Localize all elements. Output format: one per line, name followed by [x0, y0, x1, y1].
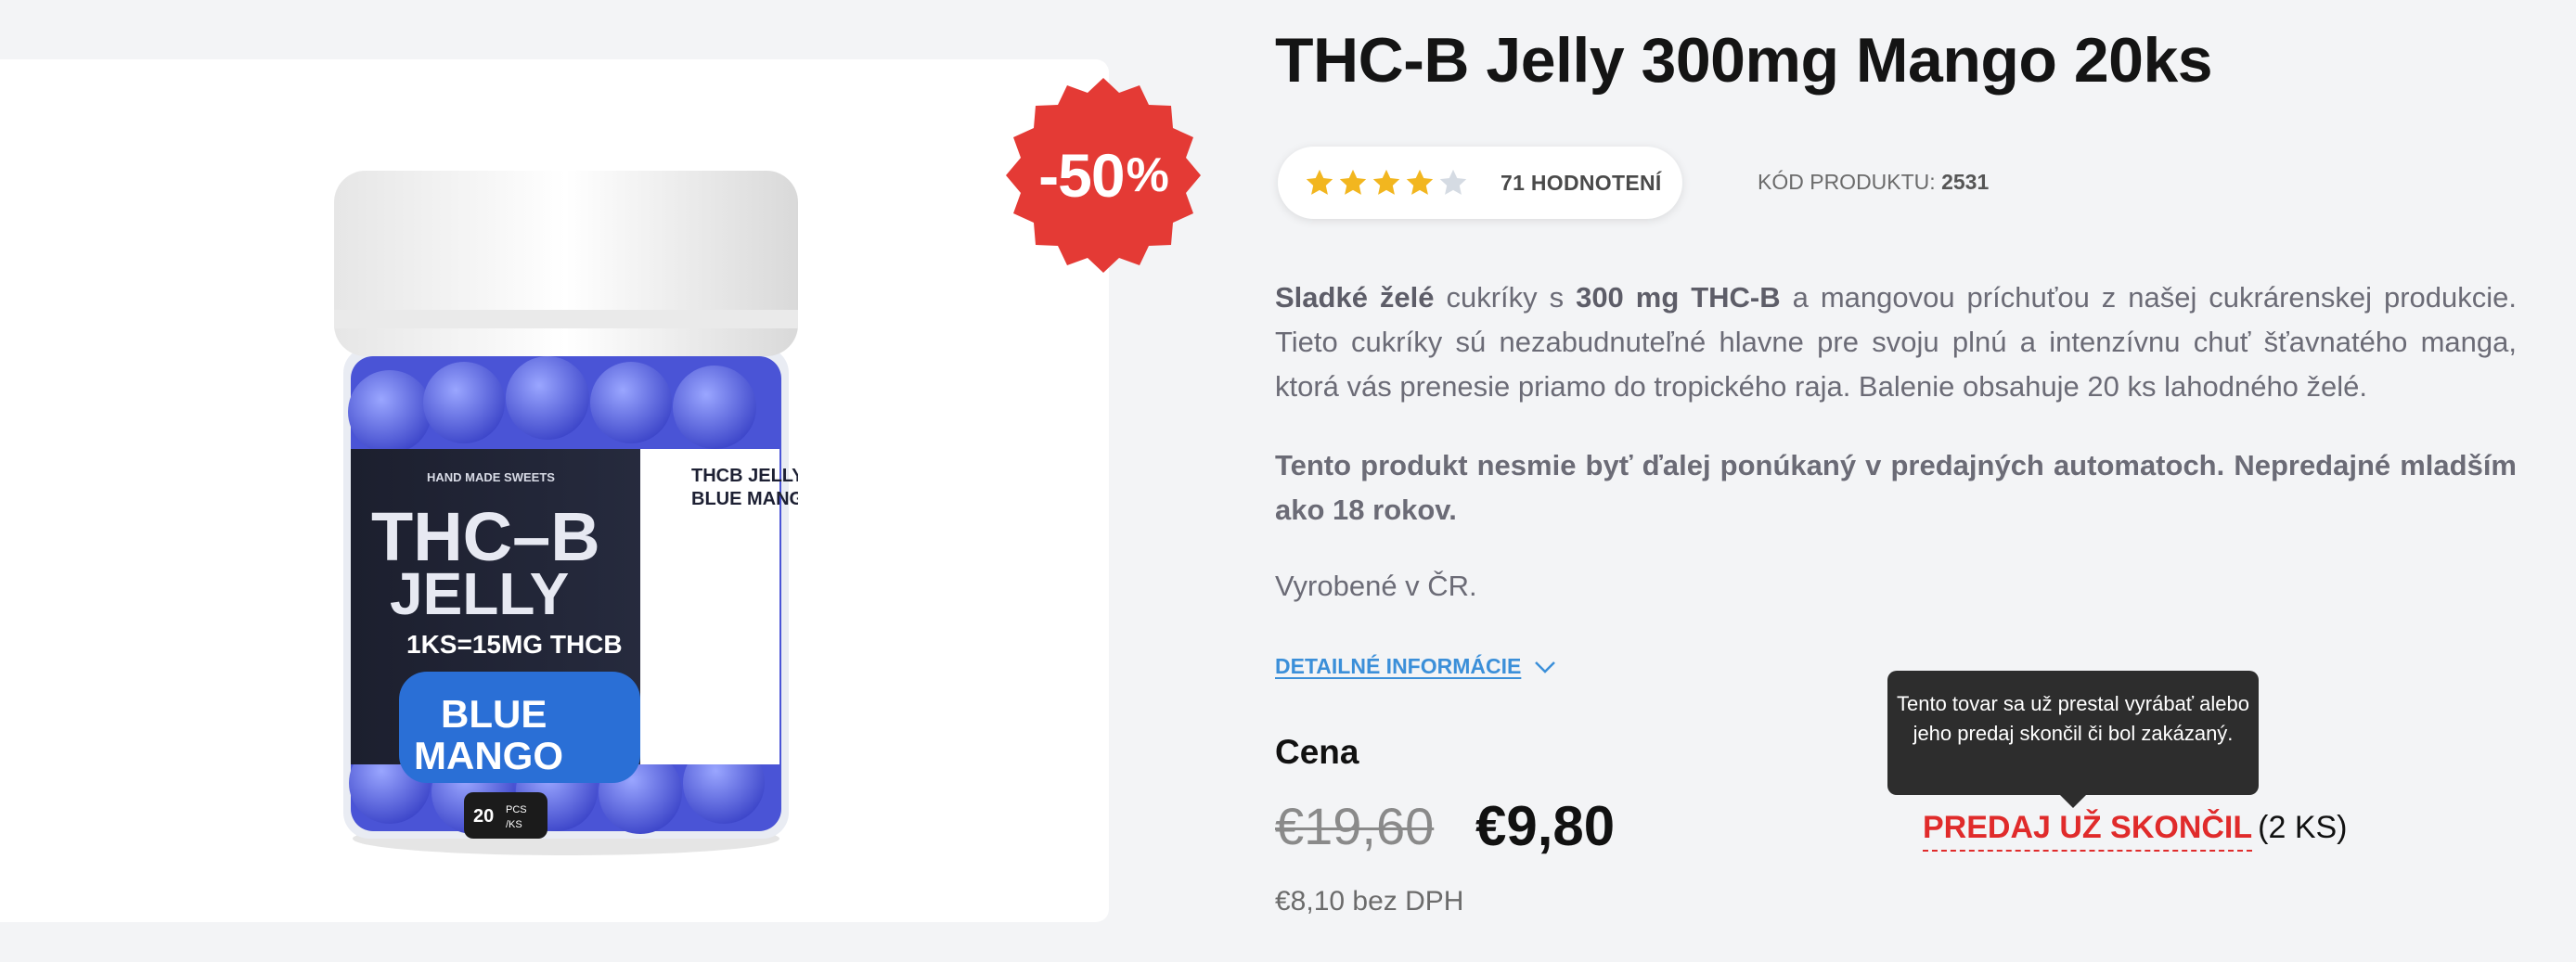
jar-flavor-line1: BLUE — [441, 692, 547, 736]
discount-value: -50 — [1038, 141, 1125, 210]
discount-badge: -50% — [1002, 74, 1204, 276]
star-filled-icon — [1306, 169, 1333, 195]
jar-count-unit2: /KS — [506, 819, 522, 830]
rating-count: 71 HODNOTENÍ — [1501, 170, 1662, 195]
rating-summary[interactable]: 71 HODNOTENÍ — [1278, 147, 1682, 219]
availability-status: PREDAJ UŽ SKONČIL (2 KS) — [1923, 810, 2348, 852]
desc-text-1: cukríky s — [1434, 281, 1577, 314]
jar-side-title1: THCB JELLY — [691, 466, 798, 486]
stock-count: (2 KS) — [2258, 810, 2348, 845]
jar-flavor-line2: MANGO — [414, 734, 563, 777]
price-without-vat: €8,10 bez DPH — [1275, 886, 1464, 917]
price-label: Cena — [1275, 733, 1359, 771]
product-code: KÓD PRODUKTU: 2531 — [1758, 170, 1989, 195]
product-image-panel[interactable]: HAND MADE SWEETS THC–B JELLY 1KS=15MG TH… — [0, 59, 1109, 922]
jar-count-unit1: PCS — [506, 804, 527, 815]
availability-tooltip: Tento tovar sa už prestal vyrábať alebo … — [1887, 671, 2259, 808]
jar-dose-text: 1KS=15MG THCB — [406, 630, 623, 659]
chevron-down-icon — [1535, 661, 1556, 673]
jar-brand-text: HAND MADE SWEETS — [427, 470, 555, 484]
desc-bold-2: 300 mg THC-B — [1576, 281, 1781, 314]
jar-name-line2: JELLY — [390, 560, 569, 627]
original-price: €19,60 — [1275, 797, 1435, 855]
sale-restriction-warning: Tento produkt nesmie byť ďalej ponúkaný … — [1275, 449, 2517, 526]
jar-side-title2: BLUE MANGO — [691, 489, 798, 509]
detailed-info-label: DETAILNÉ INFORMÁCIE — [1275, 654, 1522, 678]
product-jar-image: HAND MADE SWEETS THC–B JELLY 1KS=15MG TH… — [334, 171, 798, 855]
product-detail-page: HAND MADE SWEETS THC–B JELLY 1KS=15MG TH… — [0, 0, 2576, 962]
star-rating — [1304, 167, 1471, 199]
product-title: THC-B Jelly 300mg Mango 20ks — [1275, 25, 2213, 96]
discount-percent-sign: % — [1126, 148, 1169, 202]
current-price: €9,80 — [1475, 795, 1616, 857]
product-code-value: 2531 — [1941, 170, 1990, 194]
detailed-info-link[interactable]: DETAILNÉ INFORMÁCIE — [1275, 654, 1556, 679]
origin-note: Vyrobené v ČR. — [1275, 570, 1477, 602]
sold-out-status[interactable]: PREDAJ UŽ SKONČIL — [1923, 810, 2253, 852]
desc-bold-1: Sladké želé — [1275, 281, 1435, 314]
star-filled-icon — [1372, 169, 1400, 195]
product-description: Sladké želé cukríky s 300 mg THC-B a man… — [1275, 276, 2517, 409]
star-empty-icon — [1439, 169, 1467, 195]
jar-count-number: 20 — [473, 806, 494, 827]
product-code-label: KÓD PRODUKTU: — [1758, 170, 1936, 194]
star-filled-icon — [1339, 169, 1367, 195]
star-filled-icon — [1406, 169, 1434, 195]
